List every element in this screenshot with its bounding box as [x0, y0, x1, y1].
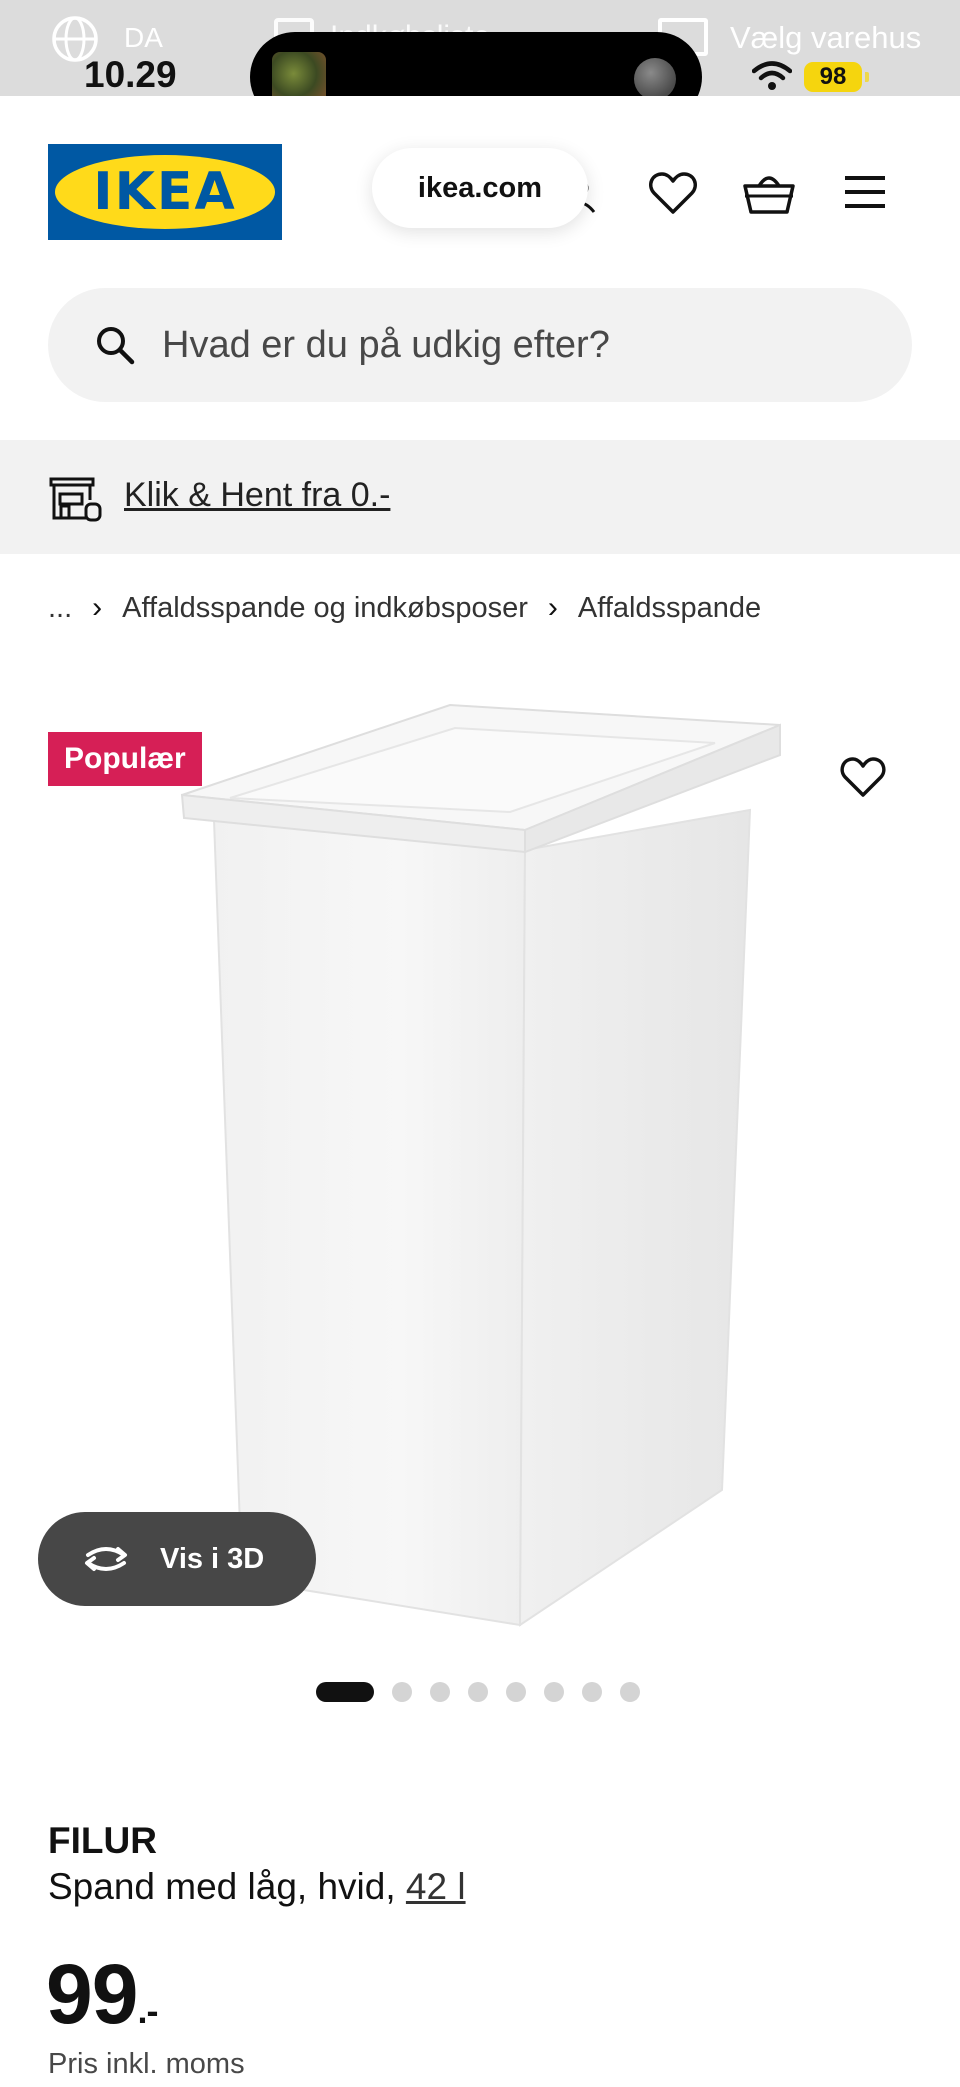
product-name: FILUR: [48, 1820, 157, 1861]
logo-oval: IKEA: [55, 155, 275, 229]
breadcrumb: ... › Affaldsspande og indkøbsposer › Af…: [48, 586, 761, 630]
url-bar[interactable]: ikea.com: [372, 148, 588, 228]
rotate-3d-icon: [85, 1547, 127, 1571]
search-input[interactable]: Hvad er du på udkig efter?: [48, 288, 912, 402]
shopping-bag-icon[interactable]: [742, 168, 796, 218]
product-description-text: Spand med låg, hvid,: [48, 1866, 396, 1907]
click-collect-banner: Klik & Hent fra 0.-: [0, 440, 960, 554]
product-volume-link[interactable]: 42 l: [406, 1866, 466, 1907]
search-icon: [97, 327, 135, 365]
store-pickup-icon: [49, 477, 102, 522]
add-to-favorites-icon[interactable]: [840, 756, 886, 798]
product-price: 99.-: [46, 1946, 158, 2043]
heart-icon[interactable]: [648, 170, 698, 216]
choose-store-link[interactable]: Vælg varehus: [730, 20, 921, 56]
logo-text: IKEA: [93, 162, 237, 222]
view-in-3d-label: Vis i 3D: [160, 1542, 265, 1575]
breadcrumb-item[interactable]: Affaldsspande og indkøbsposer: [122, 592, 528, 625]
pagination-dot[interactable]: [430, 1682, 450, 1702]
price-note: Pris inkl. moms: [48, 2048, 245, 2080]
view-in-3d-button[interactable]: Vis i 3D: [38, 1512, 316, 1606]
gallery-pagination: [316, 1682, 658, 1702]
popular-badge: Populær: [48, 732, 202, 786]
chevron-right-icon: ›: [92, 591, 103, 624]
battery-indicator: 98: [804, 62, 869, 92]
wifi-icon: [752, 61, 792, 90]
pagination-dot[interactable]: [506, 1682, 526, 1702]
product-description: Spand med låg, hvid, 42 l: [48, 1866, 466, 1908]
search-placeholder: Hvad er du på udkig efter?: [162, 324, 610, 366]
chevron-right-icon: ›: [547, 591, 558, 624]
camera-icon: [634, 58, 676, 100]
ikea-logo[interactable]: IKEA: [48, 144, 282, 240]
price-value: 99: [46, 1947, 138, 2041]
breadcrumb-item[interactable]: Affaldsspande: [578, 592, 761, 625]
price-suffix: .-: [137, 1990, 158, 2031]
pagination-dot[interactable]: [316, 1682, 374, 1702]
click-collect-link[interactable]: Klik & Hent fra 0.-: [124, 476, 390, 515]
language-label[interactable]: DA: [124, 22, 163, 54]
pagination-dot[interactable]: [544, 1682, 564, 1702]
pagination-dot[interactable]: [620, 1682, 640, 1702]
pagination-dot[interactable]: [582, 1682, 602, 1702]
clock-time: 10.29: [84, 54, 177, 95]
pagination-dot[interactable]: [468, 1682, 488, 1702]
pagination-dot[interactable]: [392, 1682, 412, 1702]
hamburger-menu-icon[interactable]: [842, 174, 888, 210]
breadcrumb-ellipsis[interactable]: ...: [48, 592, 72, 625]
product-image[interactable]: [180, 700, 790, 1630]
